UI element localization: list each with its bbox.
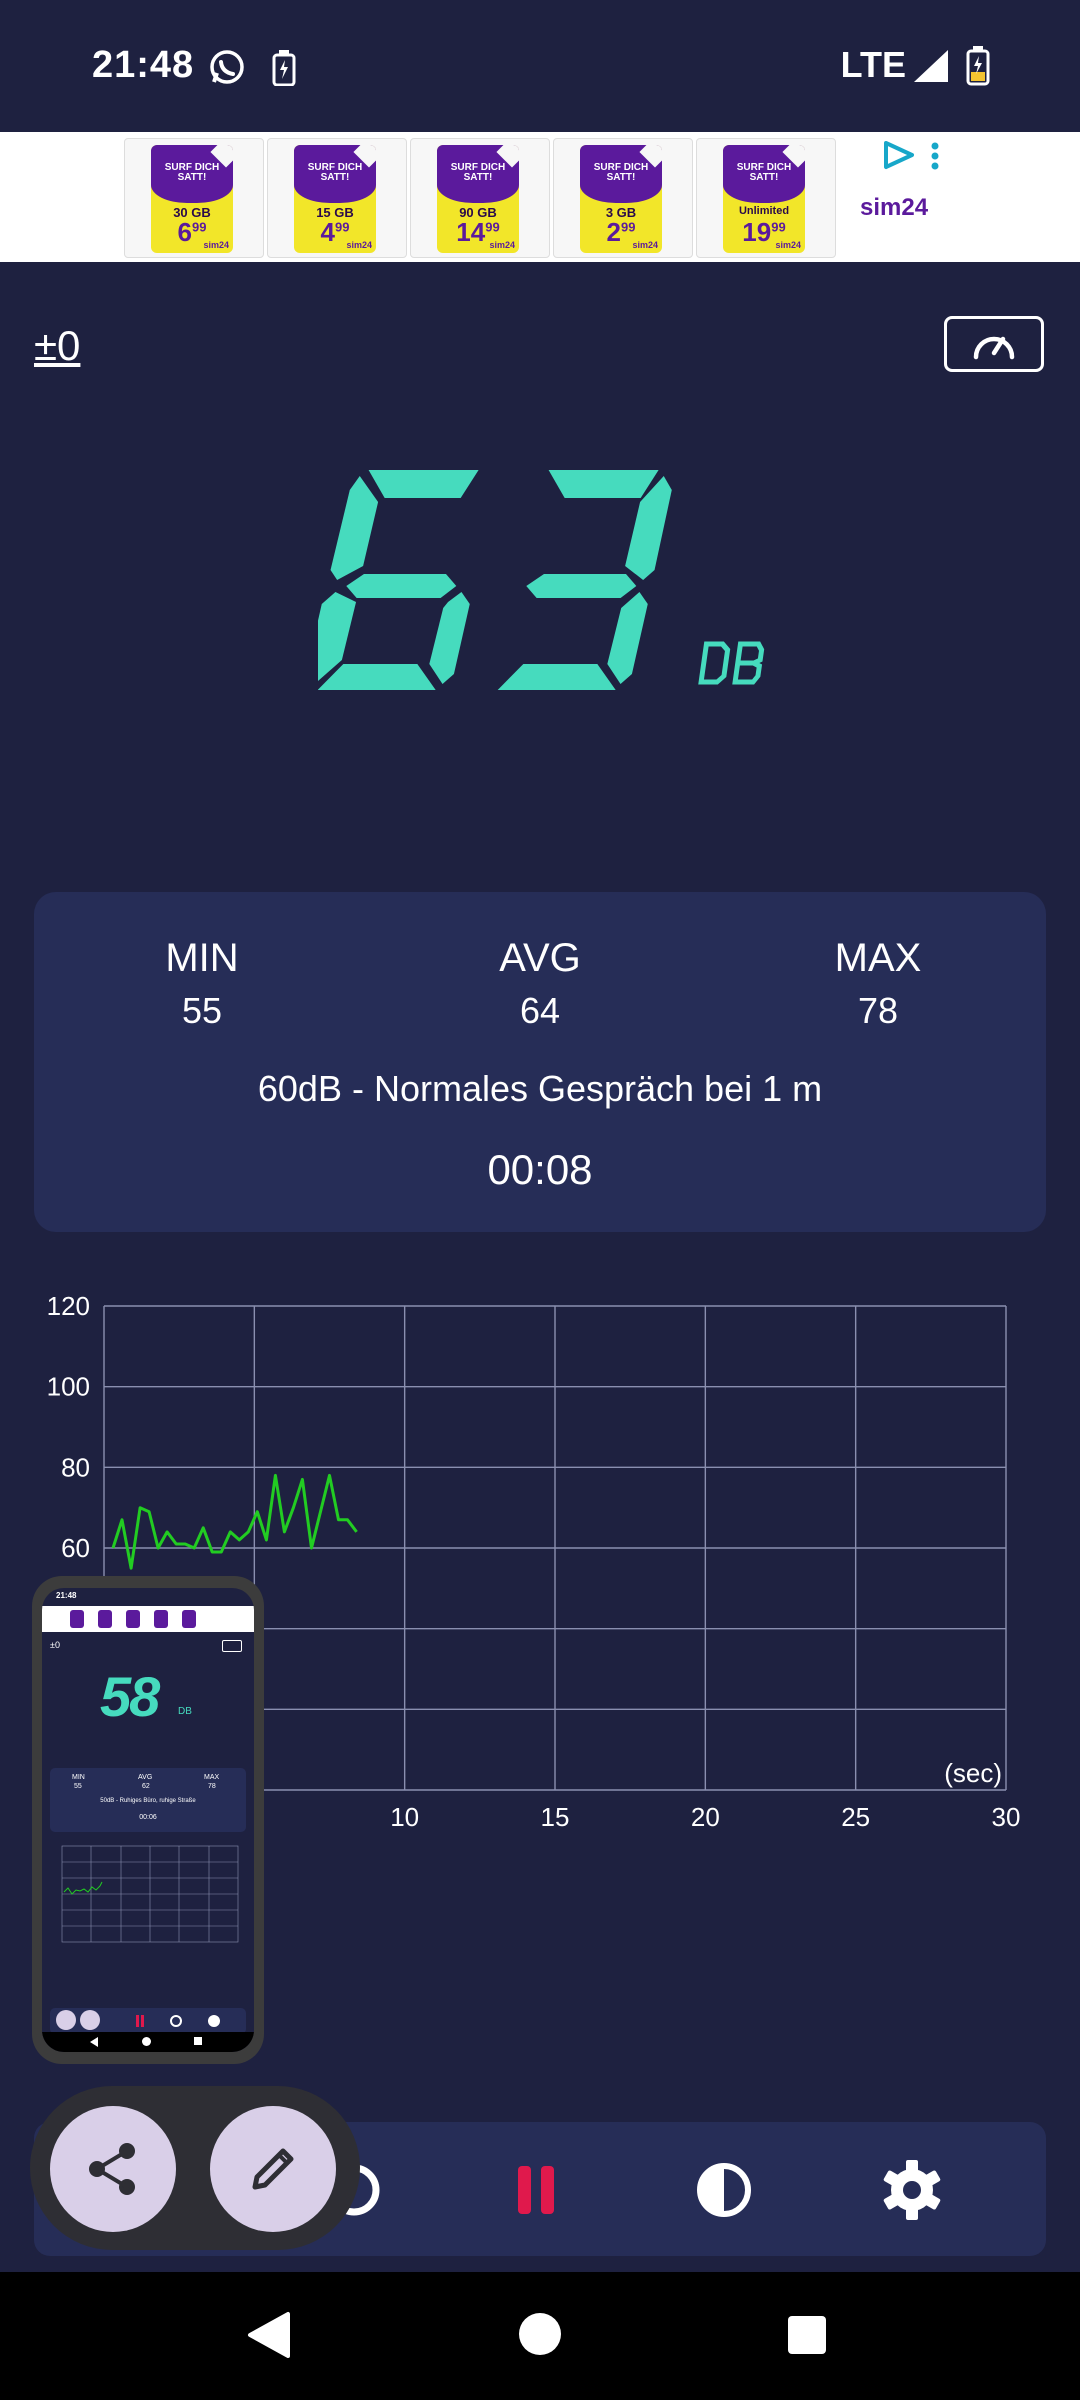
- thumb-elapsed: 00:06: [139, 1814, 157, 1821]
- signal-icon: [912, 48, 950, 89]
- whatsapp-icon: [208, 48, 246, 91]
- thumb-stats-card: MIN 55 AVG 62 MAX 78 50dB - Ruhiges Büro…: [50, 1768, 246, 1832]
- thumb-gauge-icon: [222, 1640, 242, 1652]
- min-label: MIN: [165, 936, 239, 980]
- thumb-min-label: MIN: [72, 1774, 85, 1781]
- thumb-nav-bar: [42, 2032, 254, 2052]
- screenshot-action-tray: [30, 2086, 360, 2250]
- max-value: 78: [857, 990, 899, 1031]
- thumb-reading: 58: [100, 1665, 160, 1728]
- recents-icon: [788, 2316, 826, 2354]
- stats-card: MIN 55 AVG 64 MAX 78 60dB - Normales Ges…: [34, 892, 1046, 1232]
- calibration-offset-button[interactable]: ±0: [34, 322, 80, 370]
- ad-sim-card[interactable]: SURF DICH SATT! 30 GB 699 sim24: [124, 138, 264, 258]
- thumb-ad: [42, 1606, 254, 1632]
- ad-more-icon[interactable]: [930, 142, 940, 177]
- chart-y-tick-label: 100: [47, 1372, 90, 1402]
- status-bar: 21:48 LTE: [0, 0, 1080, 132]
- db-unit-label: [698, 641, 765, 685]
- ad-choices-icon[interactable]: [882, 140, 916, 175]
- ad-banner[interactable]: SURF DICH SATT! 30 GB 699 sim24 SURF DIC…: [0, 132, 1080, 262]
- ad-sim-card[interactable]: SURF DICH SATT! 3 GB 299 sim24: [553, 138, 693, 258]
- db-reading-display: [318, 470, 672, 690]
- ad-card-data: Unlimited: [738, 205, 790, 217]
- chart-x-unit-label: (sec): [944, 1758, 1002, 1788]
- thumb-max-value: 78: [208, 1783, 216, 1790]
- edit-screenshot-button[interactable]: [210, 2106, 336, 2232]
- ad-card-brand: sim24: [203, 240, 229, 250]
- ad-card-brand: sim24: [775, 240, 801, 250]
- theme-toggle-button[interactable]: [686, 2152, 762, 2228]
- thumb-max-label: MAX: [204, 1774, 220, 1781]
- noise-description: 60dB - Normales Gespräch bei 1 m: [257, 1068, 823, 1109]
- share-screenshot-button[interactable]: [50, 2106, 176, 2232]
- status-time: 21:48: [92, 44, 195, 86]
- share-icon: [89, 2143, 135, 2195]
- thumb-unit: DB: [178, 1706, 192, 1717]
- thumb-time: 21:48: [56, 1591, 77, 1600]
- network-type: LTE: [840, 44, 906, 85]
- battery-charging-icon: [272, 50, 296, 91]
- settings-button[interactable]: [874, 2152, 950, 2228]
- back-icon: [248, 2312, 290, 2358]
- thumb-avg-value: 62: [142, 1783, 150, 1790]
- chart-x-tick-label: 15: [541, 1802, 570, 1832]
- recents-button[interactable]: [786, 2314, 828, 2361]
- chart-x-tick-label: 20: [691, 1802, 720, 1832]
- thumb-min-value: 55: [74, 1783, 82, 1790]
- ad-card-brand: sim24: [346, 240, 372, 250]
- thumb-toolbar: [50, 2008, 246, 2034]
- pause-icon: [518, 2166, 554, 2214]
- thumb-chart: [61, 1845, 239, 1943]
- home-icon: [519, 2313, 561, 2355]
- ad-card-brand: sim24: [632, 240, 658, 250]
- home-button[interactable]: [516, 2310, 564, 2363]
- ad-brand-logo[interactable]: sim24: [860, 194, 928, 222]
- pause-button[interactable]: [498, 2152, 574, 2228]
- thumb-description: 50dB - Ruhiges Büro, ruhige Straße: [100, 1798, 196, 1804]
- max-label: MAX: [834, 936, 922, 980]
- ad-sim-card[interactable]: SURF DICH SATT! 90 GB 1499 sim24: [410, 138, 550, 258]
- chart-y-tick-label: 80: [61, 1452, 90, 1482]
- avg-value: 64: [519, 990, 561, 1031]
- ad-card-brand: sim24: [489, 240, 515, 250]
- gauge-icon: [973, 336, 1015, 360]
- edit-pencil-icon: [252, 2148, 294, 2190]
- chart-series-line: [111, 1473, 358, 1570]
- chart-y-tick-label: 60: [61, 1533, 90, 1563]
- settings-icon: [883, 2160, 941, 2220]
- back-button[interactable]: [244, 2310, 294, 2365]
- avg-label: AVG: [499, 936, 581, 980]
- battery-icon: [966, 46, 990, 91]
- elapsed-time: 00:08: [487, 1146, 593, 1193]
- gauge-mode-button[interactable]: [944, 316, 1044, 372]
- system-nav-bar: [0, 2272, 1080, 2400]
- chart-x-tick-label: 25: [841, 1802, 870, 1832]
- chart-y-tick-label: 120: [47, 1291, 90, 1321]
- chart-x-tick-label: 30: [992, 1802, 1021, 1832]
- ad-sim-card[interactable]: SURF DICH SATT! 15 GB 499 sim24: [267, 138, 407, 258]
- theme-contrast-icon: [697, 2163, 751, 2217]
- thumb-calibration: ±0: [50, 1640, 60, 1650]
- ad-sim-card[interactable]: SURF DICH SATT! Unlimited 1999 sim24: [696, 138, 836, 258]
- thumb-avg-label: AVG: [138, 1774, 153, 1781]
- chart-x-tick-label: 10: [390, 1802, 419, 1832]
- screenshot-preview-thumbnail[interactable]: 21:48 ±0 58 DB MIN 55 AVG 62 MAX 78 50dB…: [32, 1576, 264, 2064]
- min-value: 55: [181, 990, 223, 1031]
